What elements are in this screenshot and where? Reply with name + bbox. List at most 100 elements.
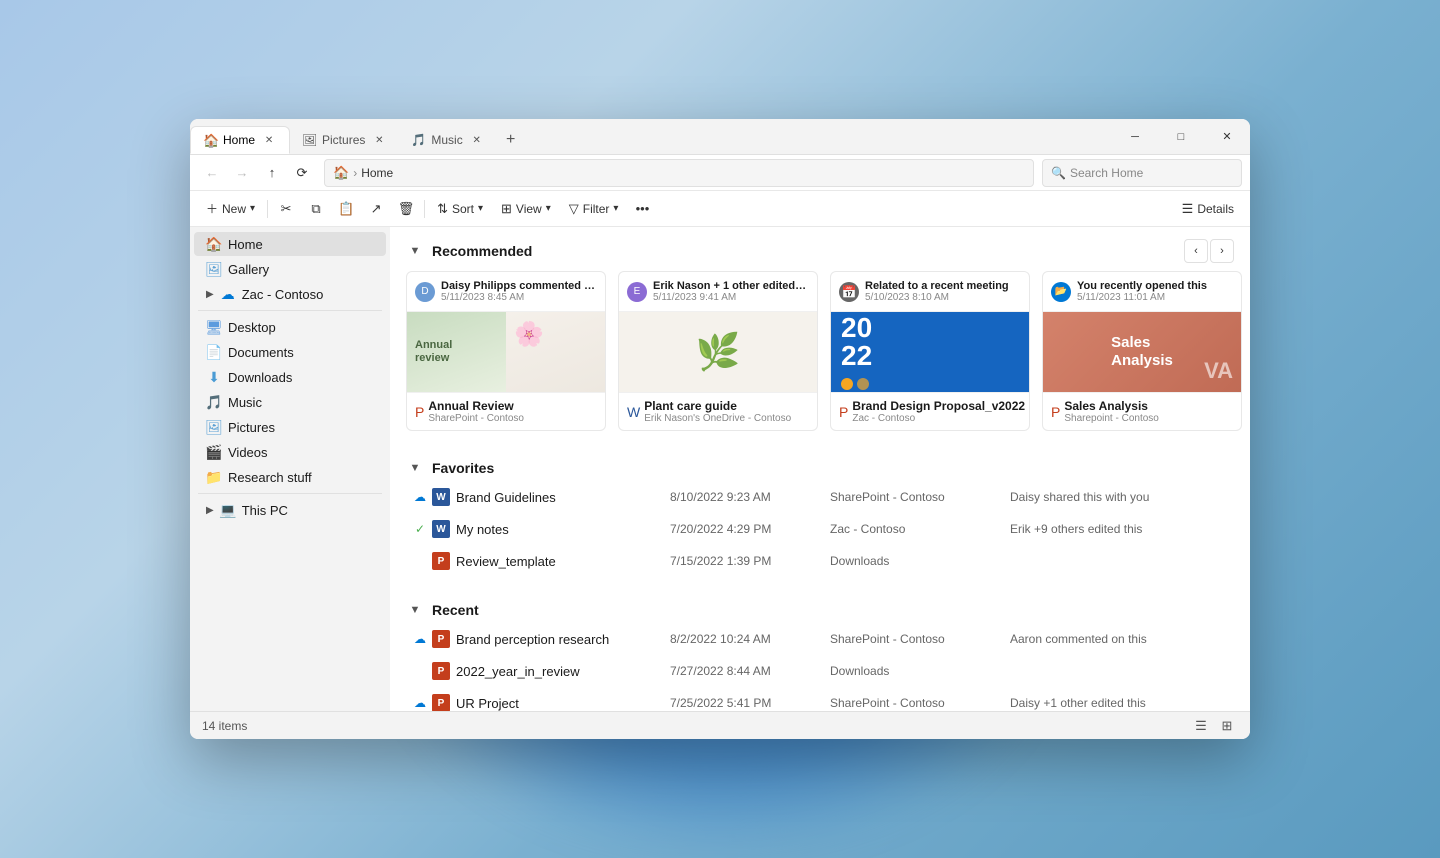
sidebar-gallery-label: Gallery: [228, 262, 269, 277]
recommended-collapse-button[interactable]: ▼: [406, 242, 424, 260]
view-chevron-icon: ▾: [546, 203, 551, 214]
recommended-next-button[interactable]: ›: [1210, 239, 1234, 263]
rec-card-sales-meta: You recently opened this 5/11/2023 11:01…: [1077, 280, 1233, 303]
sidebar-item-videos[interactable]: 🎬 Videos 📌: [194, 440, 386, 464]
new-button[interactable]: ＋ New ▾: [198, 195, 263, 223]
tab-pictures[interactable]: 🖼 Pictures ✕: [290, 126, 399, 154]
separator-2: [424, 200, 425, 218]
paste-button[interactable]: 📋: [332, 195, 360, 223]
folder-icon: 📁: [206, 469, 222, 485]
rec-card-annual-meta: Daisy Philipps commented on... 5/11/2023…: [441, 280, 597, 303]
sidebar-item-thispc[interactable]: ▶ 💻 This PC: [194, 498, 386, 522]
tab-pictures-close[interactable]: ✕: [371, 132, 387, 148]
new-icon: ＋: [206, 200, 218, 217]
details-button[interactable]: ☰ Details: [1174, 195, 1242, 223]
rec-card-brand[interactable]: 📅 Related to a recent meeting 5/10/2023 …: [830, 271, 1030, 431]
desktop-icon: 🖥: [206, 319, 222, 335]
favorites-collapse-button[interactable]: ▼: [406, 459, 424, 477]
tab-home[interactable]: 🏠 Home ✕: [190, 126, 290, 154]
grid-view-button[interactable]: ⊞: [1216, 715, 1238, 737]
sidebar-item-music[interactable]: 🎵 Music 📌: [194, 390, 386, 414]
sort-label: Sort: [452, 202, 474, 216]
sidebar-item-gallery[interactable]: 🖼 Gallery: [194, 257, 386, 281]
file-activity-brand-perception: Aaron commented on this: [1010, 632, 1230, 646]
forward-button[interactable]: →: [228, 159, 256, 187]
sidebar-item-zac[interactable]: ▶ ☁ Zac - Contoso: [194, 282, 386, 306]
separator-1: [267, 200, 268, 218]
rec-card-brand-header: 📅 Related to a recent meeting 5/10/2023 …: [831, 272, 1029, 312]
ppt-icon-2: P: [430, 628, 452, 650]
file-location-my-notes: Zac - Contoso: [830, 522, 1010, 536]
window-controls: ─ □ ✕: [1112, 119, 1250, 154]
rec-card-annual-preview: Annualreview 🌸: [407, 312, 605, 392]
recommended-section-header: ▼ Recommended ‹ ›: [390, 227, 1250, 271]
rec-card-annual-date: 5/11/2023 8:45 AM: [441, 292, 597, 303]
details-label: Details: [1197, 202, 1234, 216]
word-icon: W: [430, 486, 452, 508]
share-button[interactable]: ↗: [362, 195, 390, 223]
file-name-year-review: 2022_year_in_review: [456, 664, 670, 679]
command-bar: ＋ New ▾ ✂ ⧉ 📋 ↗ 🗑 ⇅ Sort ▾ ⊞ View ▾ ▽ Fi…: [190, 191, 1250, 227]
close-button[interactable]: ✕: [1204, 119, 1250, 155]
tab-home-close[interactable]: ✕: [261, 132, 277, 148]
rec-card-sales-author: You recently opened this: [1077, 280, 1233, 292]
downloads-icon: ⬇: [206, 369, 222, 385]
sidebar-item-pictures[interactable]: 🖼 Pictures 📌: [194, 415, 386, 439]
search-icon: 🔍: [1051, 166, 1066, 180]
rec-card-plant[interactable]: E Erik Nason + 1 other edited this 5/11/…: [618, 271, 818, 431]
rec-card-sales[interactable]: 📂 You recently opened this 5/11/2023 11:…: [1042, 271, 1242, 431]
file-row-brand-guidelines[interactable]: ☁ W Brand Guidelines 8/10/2022 9:23 AM S…: [406, 481, 1234, 513]
file-date-my-notes: 7/20/2022 4:29 PM: [670, 522, 830, 536]
minimize-button[interactable]: ─: [1112, 119, 1158, 155]
back-button[interactable]: ←: [198, 159, 226, 187]
recommended-prev-button[interactable]: ‹: [1184, 239, 1208, 263]
more-button[interactable]: •••: [628, 195, 656, 223]
rec-card-sales-filename: Sales Analysis: [1064, 399, 1159, 413]
list-view-button[interactable]: ☰: [1190, 715, 1212, 737]
sort-button[interactable]: ⇅ Sort ▾: [429, 195, 491, 223]
sidebar-item-desktop[interactable]: 🖥 Desktop 📌: [194, 315, 386, 339]
pictures-tab-icon: 🖼: [302, 133, 316, 147]
rec-card-plant-meta: Erik Nason + 1 other edited this 5/11/20…: [653, 280, 809, 303]
view-button[interactable]: ⊞ View ▾: [493, 195, 559, 223]
address-bar[interactable]: 🏠 › Home: [324, 159, 1034, 187]
recent-collapse-button[interactable]: ▼: [406, 601, 424, 619]
sidebar-home-label: Home: [228, 237, 263, 252]
copy-button[interactable]: ⧉: [302, 195, 330, 223]
word-icon: W: [430, 518, 452, 540]
favorites-section: ▼ Favorites ☁ W Brand Guidelines 8/10/20…: [390, 447, 1250, 589]
sidebar-item-documents[interactable]: 📄 Documents 📌: [194, 340, 386, 364]
maximize-button[interactable]: □: [1158, 119, 1204, 155]
file-row-ur-project[interactable]: ☁ P UR Project 7/25/2022 5:41 PM SharePo…: [406, 687, 1234, 711]
cut-button[interactable]: ✂: [272, 195, 300, 223]
gallery-icon: 🖼: [206, 261, 222, 277]
sidebar-research-label: Research stuff: [228, 470, 312, 485]
file-row-review-template[interactable]: P Review_template 7/15/2022 1:39 PM Down…: [406, 545, 1234, 577]
file-date-brand-perception: 8/2/2022 10:24 AM: [670, 632, 830, 646]
recent-title: Recent: [432, 602, 479, 618]
file-row-my-notes[interactable]: ✓ W My notes 7/20/2022 4:29 PM Zac - Con…: [406, 513, 1234, 545]
file-row-brand-perception[interactable]: ☁ P Brand perception research 8/2/2022 1…: [406, 623, 1234, 655]
search-bar[interactable]: 🔍 Search Home: [1042, 159, 1242, 187]
sidebar-item-home[interactable]: 🏠 Home: [194, 232, 386, 256]
delete-button[interactable]: 🗑: [392, 195, 420, 223]
tab-music[interactable]: 🎵 Music ✕: [399, 126, 496, 154]
up-button[interactable]: ↑: [258, 159, 286, 187]
refresh-button[interactable]: ⟳: [288, 159, 316, 187]
explorer-window: 🏠 Home ✕ 🖼 Pictures ✕ 🎵 Music ✕ + ─ □ ✕: [190, 119, 1250, 739]
tab-music-close[interactable]: ✕: [469, 132, 485, 148]
file-date-ur-project: 7/25/2022 5:41 PM: [670, 696, 830, 710]
rec-card-brand-date: 5/10/2023 8:10 AM: [865, 292, 1021, 303]
file-date-year-review: 7/27/2022 8:44 AM: [670, 664, 830, 678]
new-chevron-icon: ▾: [250, 203, 255, 214]
main-layout: 🏠 Home 🖼 Gallery ▶ ☁ Zac - Contoso 🖥 Des…: [190, 227, 1250, 711]
sidebar-item-downloads[interactable]: ⬇ Downloads 📌: [194, 365, 386, 389]
add-tab-button[interactable]: +: [497, 126, 525, 154]
sidebar: 🏠 Home 🖼 Gallery ▶ ☁ Zac - Contoso 🖥 Des…: [190, 227, 390, 711]
sidebar-item-research[interactable]: 📁 Research stuff: [194, 465, 386, 489]
file-row-year-review[interactable]: P 2022_year_in_review 7/27/2022 8:44 AM …: [406, 655, 1234, 687]
rec-card-brand-meta: Related to a recent meeting 5/10/2023 8:…: [865, 280, 1021, 303]
rec-card-annual[interactable]: D Daisy Philipps commented on... 5/11/20…: [406, 271, 606, 431]
sidebar-music-label: Music: [228, 395, 262, 410]
filter-button[interactable]: ▽ Filter ▾: [561, 195, 627, 223]
